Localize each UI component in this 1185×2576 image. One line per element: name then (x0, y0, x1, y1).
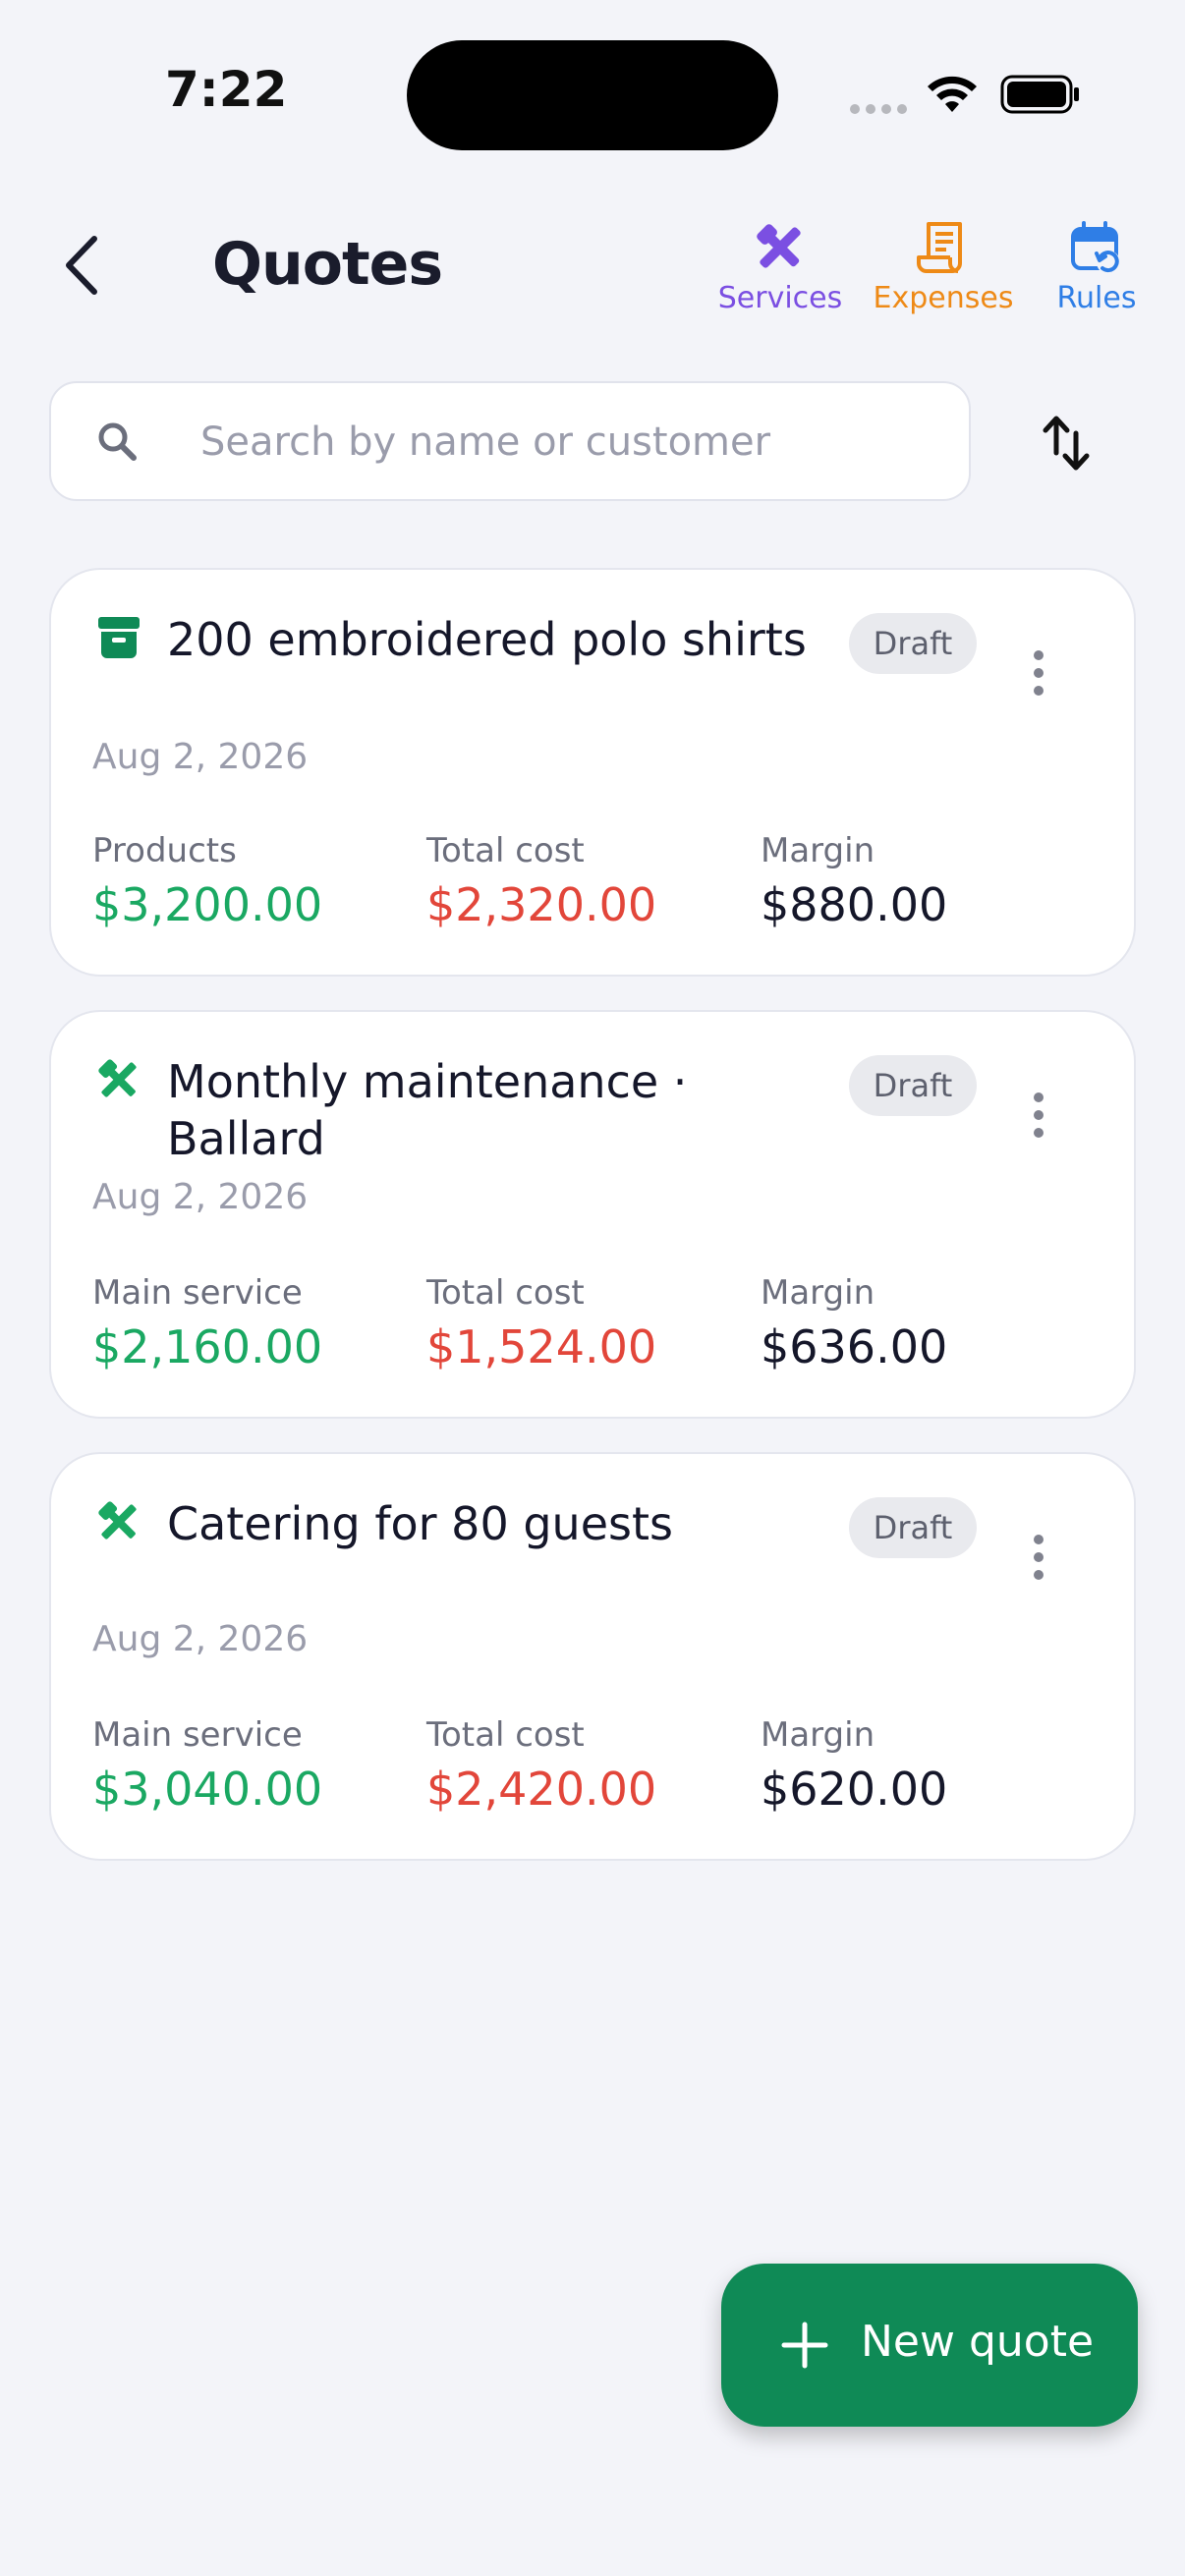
search-input[interactable] (200, 403, 947, 481)
metric-value: $636.00 (761, 1320, 948, 1373)
metric-value: $2,320.00 (426, 878, 657, 931)
status-badge: Draft (849, 1497, 977, 1558)
quote-date: Aug 2, 2026 (92, 1619, 309, 1659)
more-dots-icon (1034, 1092, 1044, 1102)
quote-card[interactable]: Catering for 80 guests Draft Aug 2, 2026… (49, 1452, 1136, 1861)
status-time: 7:22 (165, 61, 288, 118)
metric-total-cost: Total cost $2,320.00 (426, 831, 656, 931)
services-tools-icon (757, 224, 801, 268)
sort-arrows-icon (1043, 416, 1090, 471)
sort-button[interactable] (1034, 401, 1099, 485)
expenses-label: Expenses (873, 281, 1014, 315)
more-options-button[interactable] (1004, 629, 1073, 717)
quote-title: 200 embroidered polo shirts (167, 613, 807, 666)
metric-label: Total cost (426, 831, 585, 870)
calendar-refresh-icon (1071, 221, 1120, 274)
quote-title: Catering for 80 guests (167, 1497, 673, 1550)
quote-date: Aug 2, 2026 (92, 737, 309, 777)
metric-label: Margin (761, 831, 875, 870)
metric-total-cost: Total cost $1,524.00 (426, 1273, 656, 1373)
rules-label: Rules (1056, 281, 1137, 315)
metric-value: $3,200.00 (92, 878, 323, 931)
more-options-button[interactable] (1004, 1513, 1073, 1601)
new-quote-button[interactable]: New quote (721, 2264, 1138, 2427)
search-box[interactable] (49, 381, 971, 501)
quote-card[interactable]: Monthly maintenance · Ballard Draft Aug … (49, 1010, 1136, 1419)
new-quote-label: New quote (861, 2317, 1095, 2367)
quote-title: Monthly maintenance · Ballard (167, 1055, 688, 1165)
metric-value: $1,524.00 (426, 1320, 657, 1373)
cellular-signal-icon (850, 104, 907, 114)
metric-value: $620.00 (761, 1763, 948, 1816)
search-icon (98, 422, 137, 461)
metric-value: $880.00 (761, 878, 948, 931)
rules-button[interactable]: Rules (1049, 220, 1144, 315)
metric-margin: Margin $620.00 (761, 1715, 947, 1816)
metric-total-cost: Total cost $2,420.00 (426, 1715, 656, 1816)
metric-label: Total cost (426, 1273, 585, 1313)
tools-icon (98, 1501, 137, 1540)
page-title: Quotes (212, 230, 443, 299)
status-badge: Draft (849, 613, 977, 674)
wifi-icon (928, 76, 977, 112)
metric-margin: Margin $880.00 (761, 831, 947, 931)
quote-date: Aug 2, 2026 (92, 1177, 309, 1217)
metric-label: Main service (92, 1715, 303, 1755)
metric-main-service: Main service $2,160.00 (92, 1273, 322, 1373)
metric-label: Total cost (426, 1715, 585, 1755)
back-button[interactable] (51, 228, 110, 303)
battery-icon (1000, 75, 1079, 114)
more-dots-icon (1034, 650, 1044, 660)
services-button[interactable]: Services (715, 220, 845, 315)
metric-value: $2,160.00 (92, 1320, 323, 1373)
metric-label: Margin (761, 1273, 875, 1313)
metric-value: $3,040.00 (92, 1763, 323, 1816)
dynamic-island (407, 40, 778, 150)
receipt-icon (917, 222, 962, 273)
quote-card[interactable]: 200 embroidered polo shirts Draft Aug 2,… (49, 568, 1136, 977)
metric-margin: Margin $636.00 (761, 1273, 947, 1373)
more-dots-icon (1034, 1535, 1044, 1544)
metric-main-service: Main service $3,040.00 (92, 1715, 322, 1816)
metric-label: Main service (92, 1273, 303, 1313)
metric-label: Products (92, 831, 237, 870)
tools-icon (98, 1059, 137, 1097)
metric-products: Products $3,200.00 (92, 831, 322, 931)
plus-icon (781, 2322, 828, 2369)
more-options-button[interactable] (1004, 1071, 1073, 1159)
chevron-left-icon (66, 236, 97, 295)
services-label: Services (717, 281, 843, 315)
expenses-button[interactable]: Expenses (869, 220, 1018, 315)
archive-box-icon (98, 617, 140, 658)
metric-label: Margin (761, 1715, 875, 1755)
status-badge: Draft (849, 1055, 977, 1116)
metric-value: $2,420.00 (426, 1763, 657, 1816)
